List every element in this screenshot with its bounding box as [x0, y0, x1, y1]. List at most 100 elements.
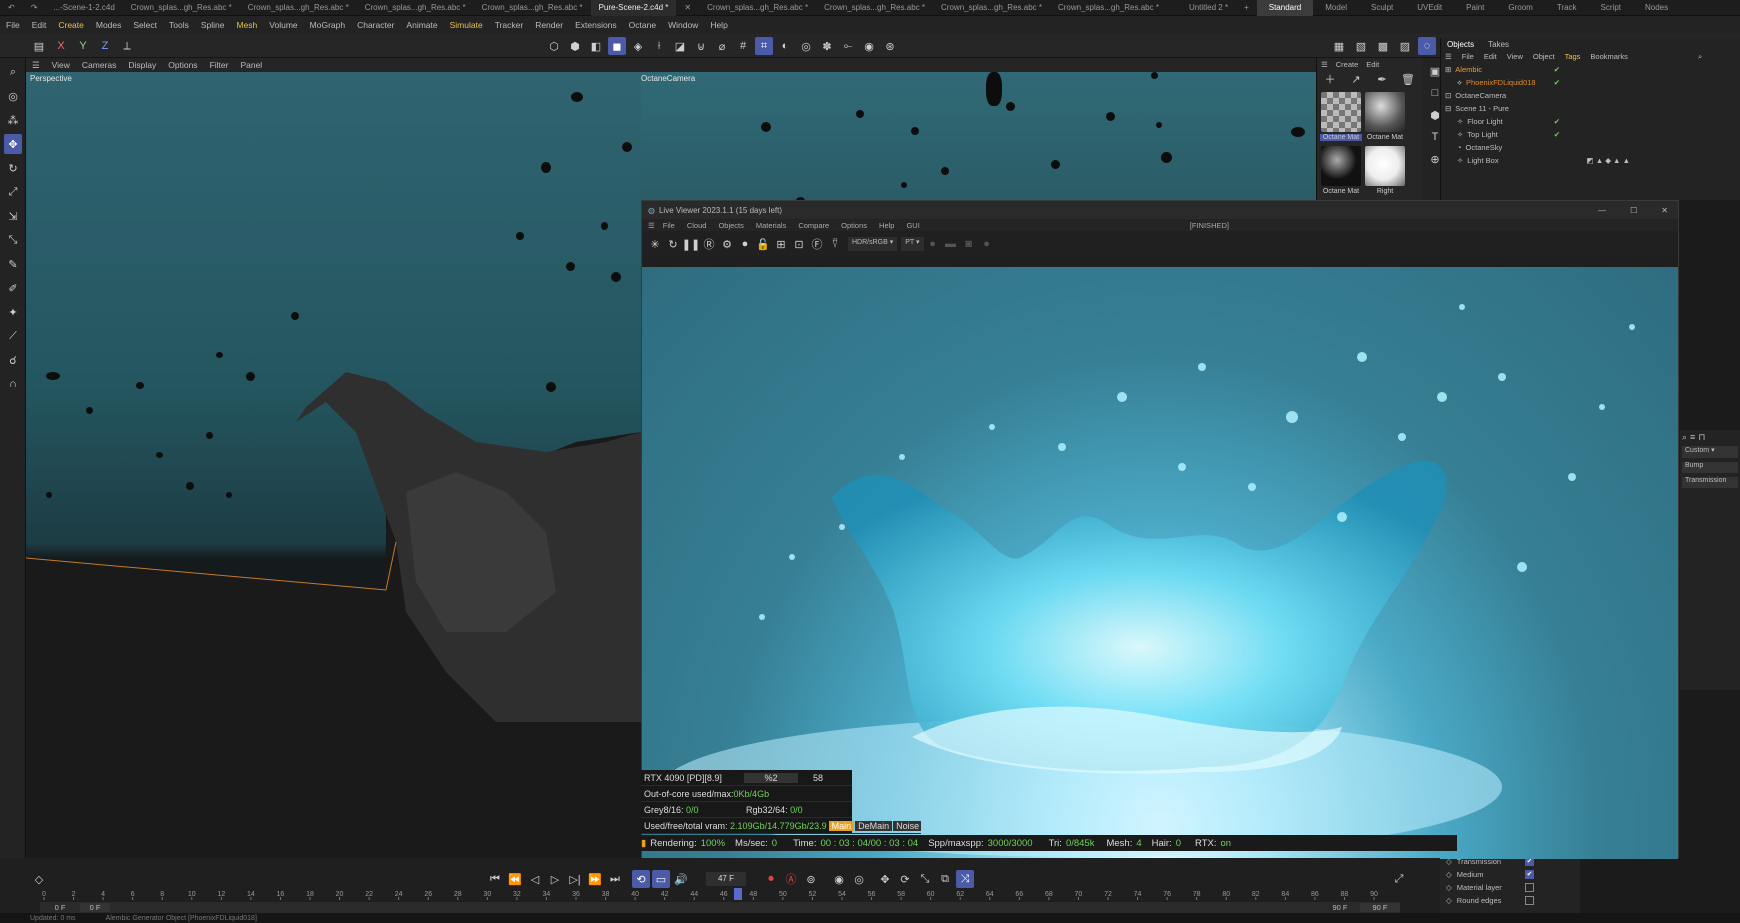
sculpt-icon[interactable]: ☌: [4, 350, 22, 370]
spline-pen-icon[interactable]: ✎: [4, 254, 22, 274]
checked-icon[interactable]: ✔: [1554, 78, 1560, 87]
generator-icon[interactable]: ⊛: [881, 37, 899, 55]
file-tab[interactable]: Crown_splas...gh_Res.abc *: [357, 0, 474, 16]
tab-main[interactable]: Main: [828, 820, 855, 831]
lv-menu-compare[interactable]: Compare: [798, 221, 829, 230]
param-key-icon[interactable]: ⟳: [896, 870, 914, 888]
hamburger-icon[interactable]: ☰: [1321, 60, 1328, 69]
menu-extensions[interactable]: Extensions: [569, 20, 623, 30]
search-icon[interactable]: ⌕: [1682, 432, 1687, 443]
viewport-menu-cameras[interactable]: Cameras: [76, 60, 122, 70]
menu-help[interactable]: Help: [704, 20, 733, 30]
menu-window[interactable]: Window: [662, 20, 704, 30]
snap-icon[interactable]: ⌀: [713, 37, 731, 55]
lv-menu-file[interactable]: File: [663, 221, 675, 230]
file-tab[interactable]: Crown_splas...gh_Res.abc *: [816, 0, 933, 16]
dot-icon[interactable]: ●: [924, 235, 942, 253]
tag-icons[interactable]: ◩ ▲ ◆ ▲ ▲: [1587, 156, 1630, 165]
object-row[interactable]: ⊡ OctaneCamera: [1445, 89, 1740, 102]
current-frame-field[interactable]: 47 F: [706, 872, 746, 886]
live-selection-icon[interactable]: ◎: [4, 86, 22, 106]
axis-z-button[interactable]: Z: [96, 37, 114, 55]
prev-key-icon[interactable]: ⏪: [506, 870, 524, 888]
scale-key-icon[interactable]: ✥: [876, 870, 894, 888]
kernel-select[interactable]: PT ▾: [901, 237, 924, 251]
axis-y-button[interactable]: Y: [74, 37, 92, 55]
keyframe-selection-icon[interactable]: ⊚: [802, 870, 820, 888]
file-tab[interactable]: Crown_splas...gh_Res.abc *: [1050, 0, 1167, 16]
hamburger-icon[interactable]: ☰: [26, 60, 46, 71]
lv-menu-materials[interactable]: Materials: [756, 221, 786, 230]
menu-simulate[interactable]: Simulate: [444, 20, 489, 30]
object-row[interactable]: ⟡ PhoenixFDLiquid018 ✔: [1445, 76, 1740, 89]
render-region-icon[interactable]: ◐: [776, 37, 794, 55]
record-icon[interactable]: ⏺: [762, 870, 780, 888]
range-icon[interactable]: ▭: [652, 870, 670, 888]
material-menu-create[interactable]: Create: [1336, 60, 1359, 69]
trash-icon[interactable]: 🗑: [1399, 70, 1417, 88]
lv-menu-objects[interactable]: Objects: [718, 221, 743, 230]
layout-tab[interactable]: Script: [1589, 0, 1633, 16]
paint-icon[interactable]: ✦: [4, 302, 22, 322]
play-icon[interactable]: ▷: [546, 870, 564, 888]
object-row[interactable]: ⊞ Alembic ✔: [1445, 63, 1740, 76]
objects-menu-file[interactable]: File: [1462, 52, 1474, 61]
add-icon[interactable]: ＋: [1321, 70, 1339, 88]
film-icon[interactable]: ▤: [30, 37, 48, 55]
file-tab-active[interactable]: Pure-Scene-2.c4d *: [590, 0, 677, 16]
material-swatch[interactable]: [1365, 146, 1405, 186]
material-swatch[interactable]: [1321, 92, 1361, 132]
checked-icon[interactable]: ✔: [1554, 65, 1560, 74]
viewport-menu-filter[interactable]: Filter: [204, 60, 235, 70]
search-icon[interactable]: ⌕: [4, 62, 22, 82]
render-view-icon[interactable]: ◎: [797, 37, 815, 55]
tab-noise[interactable]: Noise: [893, 820, 921, 831]
file-tab[interactable]: Untitled 2 *: [1181, 0, 1236, 16]
attr-item[interactable]: Transmission: [1682, 477, 1738, 488]
tab-demain[interactable]: DeMain: [855, 820, 893, 831]
deformer-icon[interactable]: ⟜: [839, 37, 857, 55]
colorspace-select[interactable]: HDR/sRGB ▾: [848, 237, 898, 251]
objects-menu-edit[interactable]: Edit: [1484, 52, 1497, 61]
file-tab[interactable]: Crown_splas...gh_Res.abc *: [933, 0, 1050, 16]
minimize-icon[interactable]: —: [1598, 206, 1606, 215]
focus-icon[interactable]: Ⓕ: [808, 235, 826, 253]
file-tab[interactable]: Crown_splas...gh_Res.abc *: [123, 0, 240, 16]
range-end-2[interactable]: 90 F: [1360, 903, 1400, 912]
points-mode-icon[interactable]: ⬡: [545, 37, 563, 55]
go-end-icon[interactable]: ⏭: [606, 870, 624, 888]
field-icon[interactable]: ◉: [860, 37, 878, 55]
loop-icon[interactable]: ⟲: [632, 870, 650, 888]
menu-volume[interactable]: Volume: [263, 20, 303, 30]
file-tab[interactable]: Crown_splas...gh_Res.abc *: [240, 0, 357, 16]
model-mode-icon[interactable]: ◼: [608, 37, 626, 55]
object-row[interactable]: ✧ Floor Light ✔: [1445, 115, 1740, 128]
brush-icon[interactable]: ✐: [4, 278, 22, 298]
menu-octane[interactable]: Octane: [623, 20, 662, 30]
eyedropper-icon[interactable]: ✒: [1373, 70, 1391, 88]
sound-icon[interactable]: 🔊: [672, 870, 690, 888]
attr-row[interactable]: ◇ Medium ✔: [1440, 868, 1580, 881]
hamburger-icon[interactable]: ☰: [1445, 52, 1452, 61]
search-icon[interactable]: ⌕: [1698, 52, 1702, 62]
lv-menu-help[interactable]: Help: [879, 221, 894, 230]
menu-mograph[interactable]: MoGraph: [304, 20, 351, 30]
layout-tab[interactable]: Groom: [1496, 0, 1544, 16]
menu-animate[interactable]: Animate: [400, 20, 443, 30]
send-scene-icon[interactable]: ✳: [646, 235, 664, 253]
menu-tracker[interactable]: Tracker: [489, 20, 530, 30]
file-tab[interactable]: ...-Scene-1-2.c4d: [45, 0, 122, 16]
magnet-icon[interactable]: ∩: [4, 374, 22, 394]
tweak-mode-icon[interactable]: ◪: [671, 37, 689, 55]
coord-system-icon[interactable]: ⟂: [118, 37, 136, 55]
curve-editor-icon[interactable]: ⤢: [1390, 870, 1408, 888]
tab-objects[interactable]: Objects: [1447, 40, 1474, 49]
lv-menu-gui[interactable]: GUI: [906, 221, 919, 230]
viewport-menu-panel[interactable]: Panel: [234, 60, 268, 70]
preset-dropdown[interactable]: Custom ▾: [1682, 446, 1738, 458]
playhead[interactable]: [734, 888, 743, 900]
material-menu-edit[interactable]: Edit: [1366, 60, 1379, 69]
prev-frame-icon[interactable]: ◁: [526, 870, 544, 888]
pause-icon[interactable]: ❚❚: [682, 235, 700, 253]
knife-icon[interactable]: ⟋: [4, 326, 22, 346]
